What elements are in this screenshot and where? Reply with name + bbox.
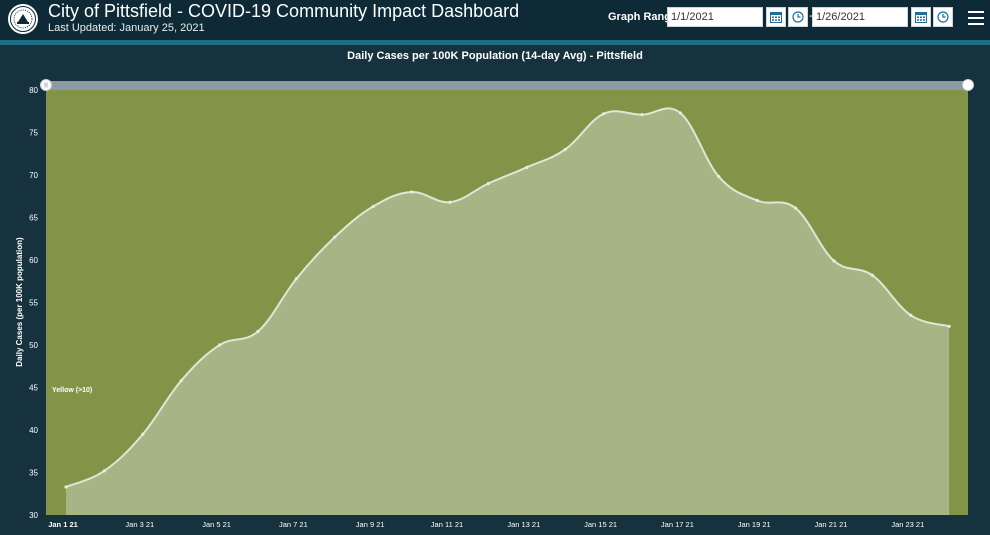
data-point[interactable] <box>448 200 452 204</box>
y-tick-label: 45 <box>29 384 38 393</box>
y-tick-label: 70 <box>29 171 38 180</box>
y-tick-label: 40 <box>29 426 38 435</box>
data-point[interactable] <box>947 324 951 328</box>
y-tick-label: 30 <box>29 511 38 520</box>
range-slider-track[interactable] <box>46 81 968 90</box>
data-point[interactable] <box>141 432 145 436</box>
data-point[interactable] <box>755 198 759 203</box>
x-tick-label: Jan 13 21 <box>507 520 540 529</box>
data-point[interactable] <box>640 113 644 117</box>
y-tick-label: 65 <box>29 214 38 223</box>
data-point[interactable] <box>256 329 260 333</box>
zone-label: Yellow (>10) <box>52 387 92 394</box>
data-point[interactable] <box>102 469 106 473</box>
range-slider-end-handle[interactable] <box>962 79 974 91</box>
data-point[interactable] <box>410 190 414 194</box>
data-point[interactable] <box>294 277 298 281</box>
y-axis-label: Daily Cases (per 100K population) <box>15 237 24 367</box>
x-tick-label: Jan 9 21 <box>356 520 385 529</box>
y-tick-label: 60 <box>29 256 38 265</box>
x-tick-label: Jan 11 21 <box>431 520 463 529</box>
x-tick-label: Jan 3 21 <box>125 520 154 529</box>
y-tick-label: 35 <box>29 469 38 478</box>
x-tick-label: Jan 19 21 <box>738 520 771 529</box>
cases-area-chart: Yellow (>10) 30 35 40 45 50 55 60 65 70 75 80 Jan 1… <box>15 79 974 529</box>
data-point[interactable] <box>794 206 798 210</box>
y-tick-label: 75 <box>29 129 38 138</box>
y-tick-label: 55 <box>29 299 38 308</box>
x-tick-label: Jan 23 21 <box>891 520 924 529</box>
data-point[interactable] <box>832 259 836 263</box>
data-point[interactable] <box>717 175 721 179</box>
data-point[interactable] <box>179 379 183 383</box>
data-point[interactable] <box>333 235 337 239</box>
x-tick-label: Jan 1 21 <box>48 520 78 529</box>
data-point[interactable] <box>371 204 375 209</box>
data-point[interactable] <box>218 343 222 347</box>
data-point[interactable] <box>525 165 529 169</box>
data-point[interactable] <box>602 112 606 116</box>
x-tick-label: Jan 17 21 <box>661 520 694 529</box>
x-tick-label: Jan 15 21 <box>584 520 617 529</box>
y-tick-label: 50 <box>29 341 38 350</box>
data-point[interactable] <box>563 147 567 152</box>
y-tick-label: 80 <box>29 86 38 95</box>
data-point[interactable] <box>678 111 683 115</box>
range-slider-start-handle[interactable] <box>40 79 52 91</box>
data-point[interactable] <box>486 181 490 186</box>
data-point[interactable] <box>64 485 68 489</box>
x-tick-label: Jan 21 21 <box>815 520 848 529</box>
data-point[interactable] <box>909 313 913 317</box>
x-tick-label: Jan 5 21 <box>202 520 231 529</box>
data-point[interactable] <box>870 273 875 277</box>
x-tick-label: Jan 7 21 <box>279 520 308 529</box>
